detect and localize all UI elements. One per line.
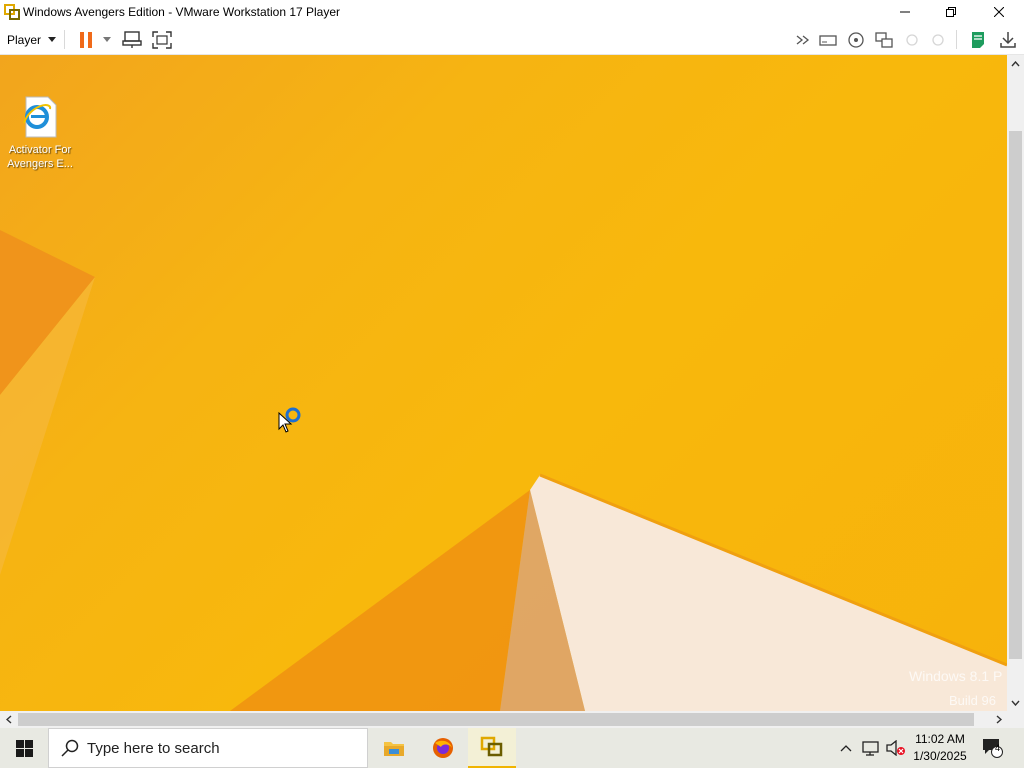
desktop-icon-activator[interactable]: Activator For Avengers E... — [2, 95, 78, 171]
network-status-icon — [862, 741, 879, 756]
network-icon — [875, 31, 893, 48]
desktop-icon-label-line1: Activator For — [8, 144, 72, 156]
desktop-icon-label-line2: Avengers E... — [7, 158, 73, 170]
download-icon — [1000, 31, 1016, 48]
pause-icon — [80, 31, 92, 48]
busy-cursor-icon — [278, 407, 301, 433]
cd-dvd-icon — [848, 31, 864, 48]
scroll-right-arrow[interactable] — [990, 711, 1007, 728]
chevron-up-icon — [840, 745, 852, 752]
vertical-scrollbar[interactable] — [1007, 55, 1024, 711]
toolbar-divider — [956, 30, 957, 49]
notes-icon — [972, 31, 984, 48]
file-explorer-icon — [384, 742, 404, 756]
fullscreen-button[interactable] — [149, 24, 175, 55]
minimize-icon — [900, 11, 910, 13]
toolbar-divider — [64, 30, 65, 49]
taskbar-app-vmware[interactable] — [468, 728, 516, 768]
chevron-up-icon — [1011, 60, 1020, 66]
pause-button[interactable] — [74, 24, 98, 55]
start-button[interactable] — [0, 728, 48, 768]
windows-version-watermark: Windows 8.1 P — [909, 668, 1003, 684]
taskbar-clock[interactable]: 11:02 AM 1/30/2025 — [910, 728, 970, 768]
clock-date: 1/30/2025 — [913, 749, 967, 763]
internet-explorer-icon — [23, 96, 57, 138]
guest-desktop[interactable]: Activator For Avengers E... Windows 8.1 … — [0, 55, 1007, 711]
action-center-button[interactable]: 4 — [976, 728, 1010, 768]
usb-device-button[interactable] — [901, 24, 923, 55]
network-adapter-button[interactable] — [873, 24, 895, 55]
vmware-icon — [480, 736, 503, 757]
sound-card-button[interactable] — [927, 24, 949, 55]
sound-icon — [932, 33, 944, 46]
firefox-icon — [433, 738, 453, 758]
tray-volume-button[interactable] — [884, 728, 908, 768]
windows-build-watermark: Build 96 — [949, 693, 996, 708]
fullscreen-icon — [152, 30, 172, 49]
vertical-scroll-thumb[interactable] — [1009, 131, 1022, 659]
window-title: Windows Avengers Edition - VMware Workst… — [23, 5, 341, 19]
title-bar: Windows Avengers Edition - VMware Workst… — [0, 0, 1024, 24]
search-placeholder: Type here to search — [87, 739, 220, 757]
player-menu-label: Player — [7, 32, 42, 47]
chevron-left-icon — [5, 715, 11, 724]
taskbar-app-firefox[interactable] — [419, 728, 467, 768]
windows-logo-icon — [15, 739, 33, 757]
removable-device-icon — [819, 34, 837, 46]
scrollbar-corner — [1007, 711, 1024, 728]
clock-time: 11:02 AM — [915, 732, 965, 746]
player-menu-button[interactable]: Player — [2, 24, 58, 55]
removable-device-button[interactable] — [817, 24, 839, 55]
more-devices-button[interactable] — [792, 24, 814, 55]
scroll-down-arrow[interactable] — [1007, 694, 1024, 711]
notes-button[interactable] — [966, 24, 990, 55]
chevron-down-icon — [48, 37, 57, 42]
download-button[interactable] — [996, 24, 1020, 55]
minimize-button[interactable] — [882, 0, 928, 24]
more-chevrons-icon — [796, 34, 810, 45]
chevron-right-icon — [996, 715, 1002, 724]
volume-muted-icon — [886, 740, 905, 756]
horizontal-scrollbar[interactable] — [0, 711, 1007, 728]
close-button[interactable] — [976, 0, 1022, 24]
chevron-down-icon — [1011, 700, 1020, 706]
notification-icon — [983, 739, 1003, 758]
close-icon — [994, 7, 1004, 17]
pause-options-dropdown[interactable] — [99, 24, 115, 55]
taskbar-search-box[interactable]: Type here to search — [48, 728, 368, 768]
send-ctrl-alt-del-button[interactable] — [119, 24, 145, 55]
notification-count-badge: 4 — [995, 743, 1001, 753]
dropdown-caret-icon — [103, 37, 111, 42]
horizontal-scroll-thumb[interactable] — [18, 713, 974, 726]
tray-network-button[interactable] — [860, 728, 882, 768]
send-ctrl-alt-del-icon — [122, 30, 142, 48]
vmware-toolbar: Player — [0, 24, 1024, 55]
restore-button[interactable] — [928, 0, 974, 24]
search-icon — [61, 739, 79, 757]
wallpaper-shapes — [0, 230, 1007, 711]
taskbar: Type here to search 11:02 AM 1/30/2025 4 — [0, 728, 1024, 768]
cd-dvd-button[interactable] — [845, 24, 867, 55]
vmware-app-icon — [4, 4, 20, 20]
show-hidden-icons-button[interactable] — [836, 728, 856, 768]
taskbar-app-file-explorer[interactable] — [370, 728, 418, 768]
usb-icon — [906, 33, 918, 46]
scroll-up-arrow[interactable] — [1007, 55, 1024, 72]
scroll-left-arrow[interactable] — [0, 711, 17, 728]
restore-icon — [946, 7, 956, 17]
